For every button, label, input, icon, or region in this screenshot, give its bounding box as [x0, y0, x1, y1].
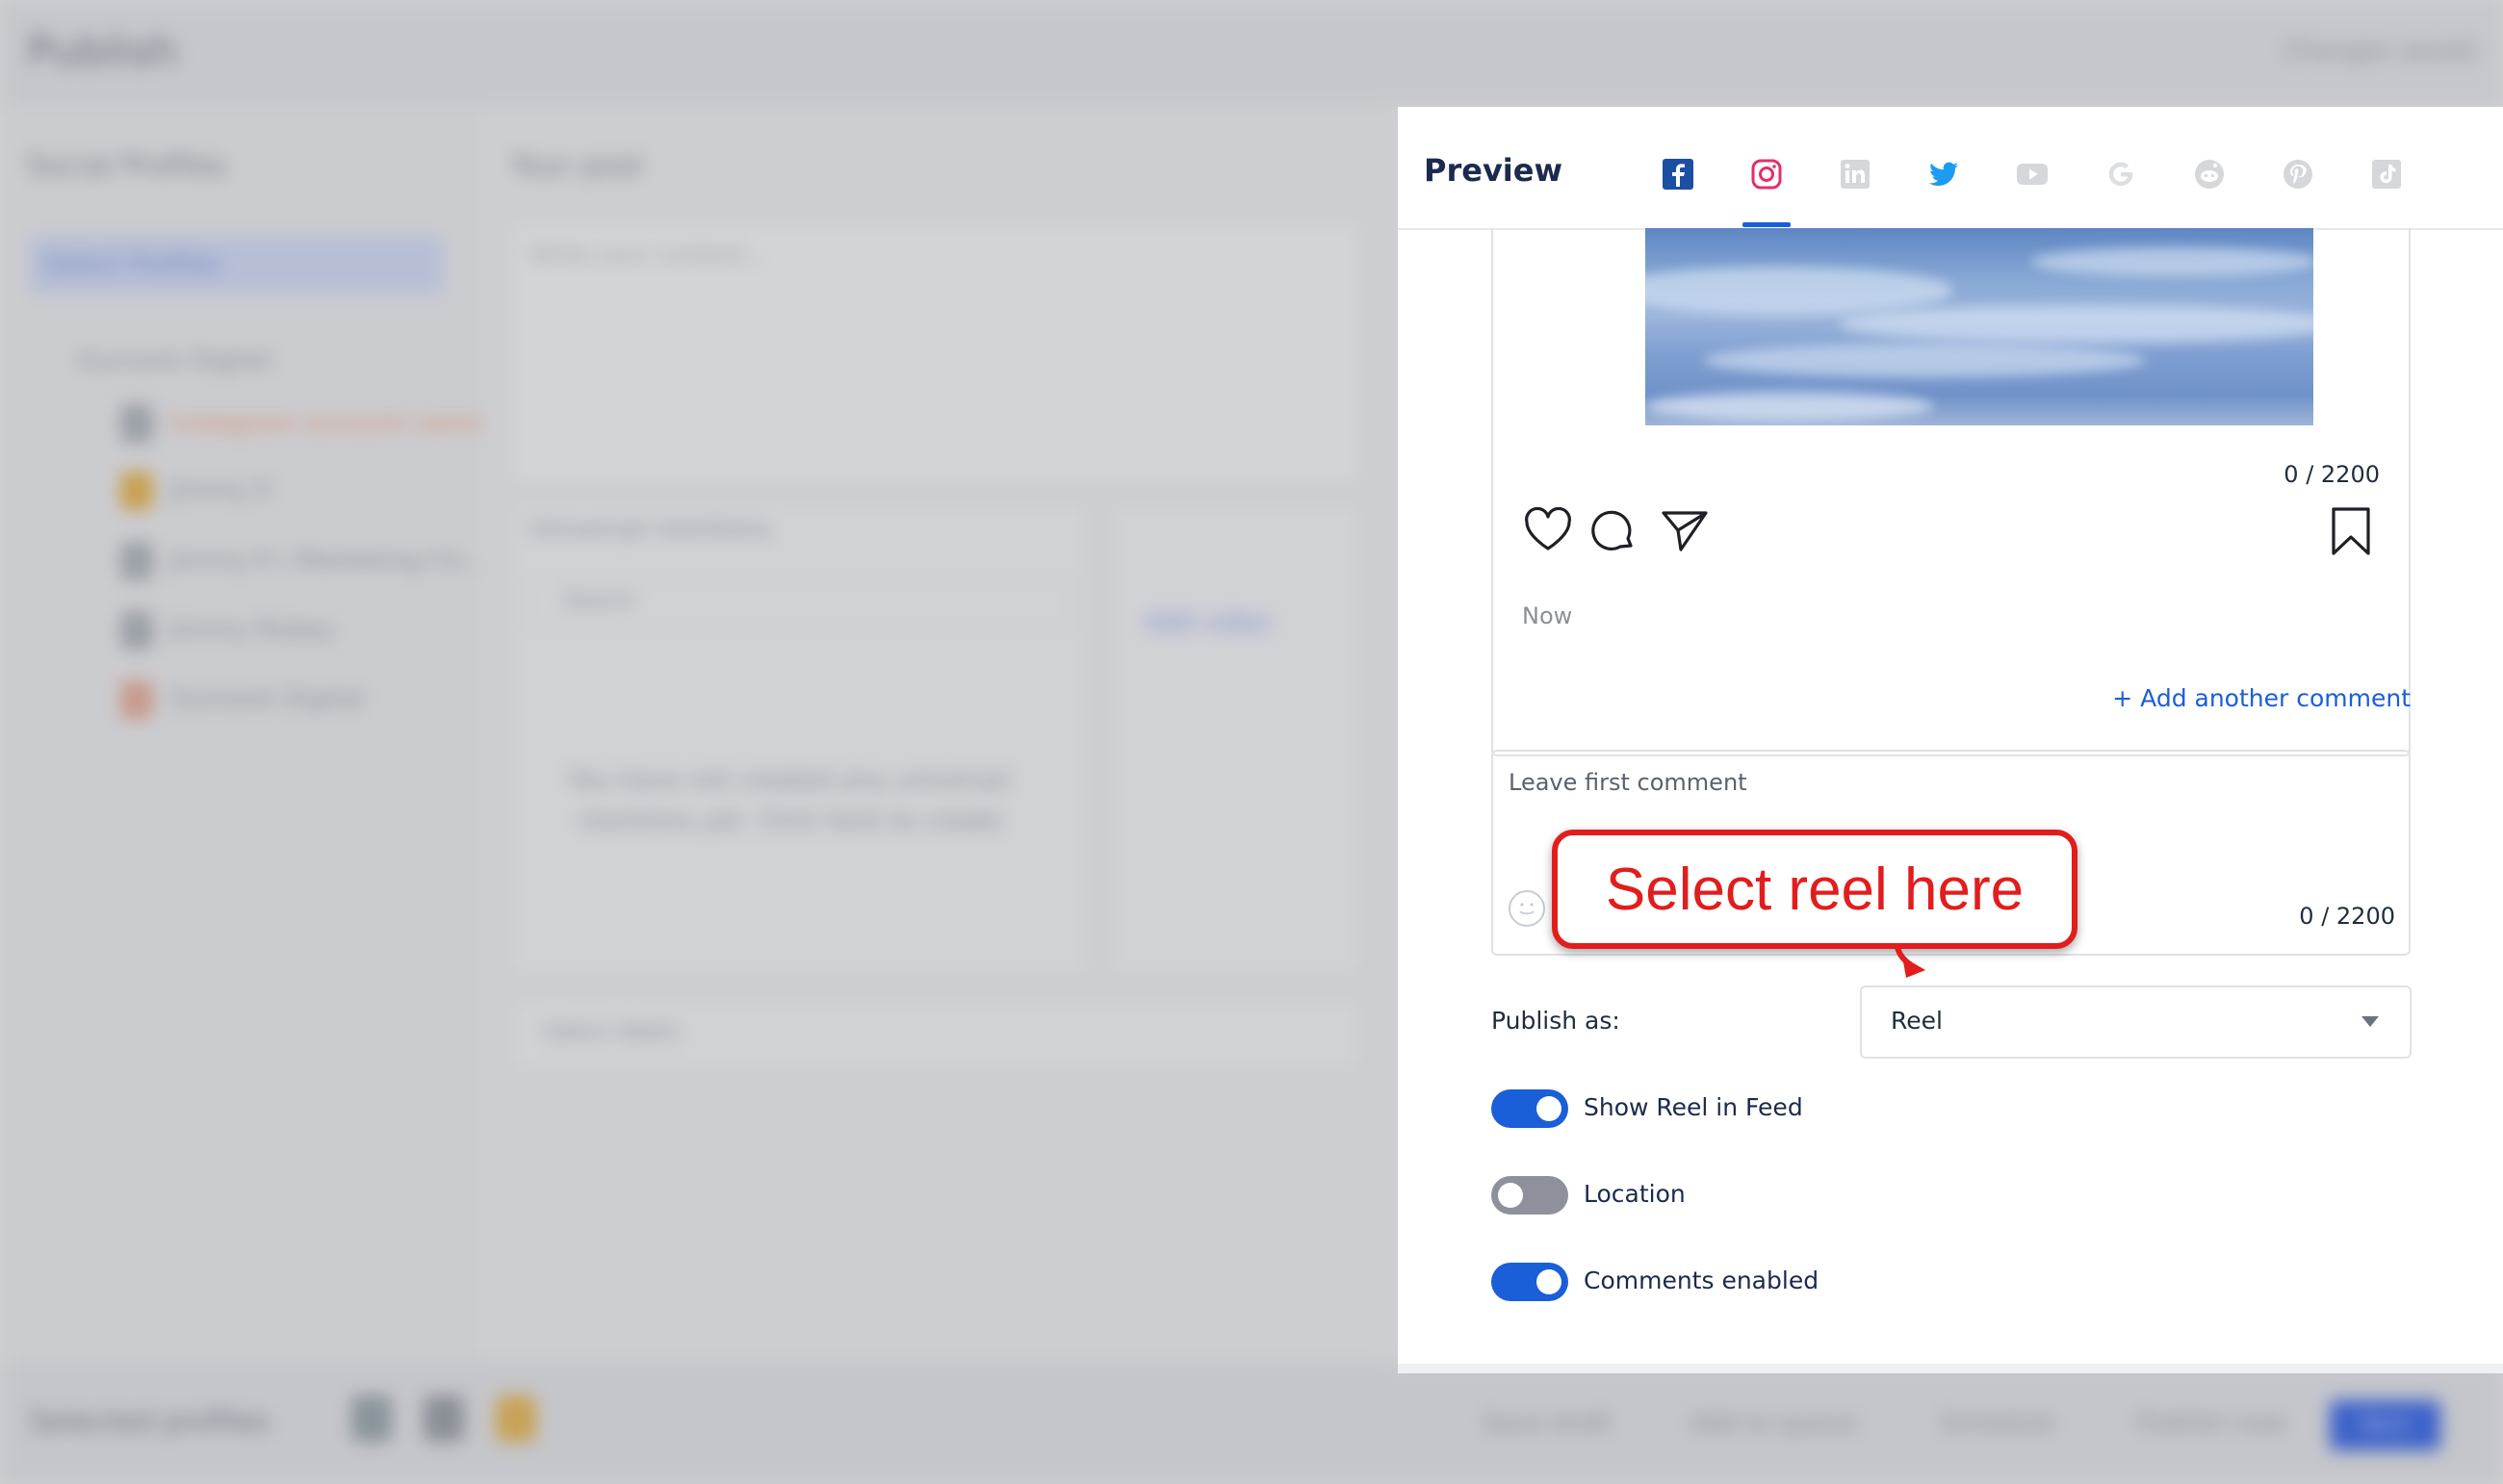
post-timestamp: Now	[1522, 602, 1573, 629]
selected-profiles-label: Selected profiles	[29, 1405, 270, 1439]
active-tab-indicator	[1742, 222, 1791, 227]
publish-as-value: Reel	[1891, 1007, 1943, 1035]
mentions-panel	[510, 500, 1092, 976]
publish-now-option[interactable]: Publish now	[2137, 1409, 2286, 1438]
publish-as-label: Publish as:	[1491, 1007, 1620, 1035]
reddit-icon[interactable]	[2190, 155, 2229, 193]
mentions-title: Universal mentions	[529, 515, 771, 544]
save-status: Changes saved	[2283, 37, 2474, 65]
show-reel-in-feed-label: Show Reel in Feed	[1584, 1093, 1803, 1121]
toggle-knob	[1536, 1269, 1561, 1294]
comments-enabled-toggle[interactable]	[1491, 1263, 1568, 1301]
panel-bottom-edge	[1398, 1364, 2503, 1373]
sidebar-title: Social Profiles	[27, 149, 227, 183]
avatar	[120, 680, 153, 719]
toggle-knob	[1498, 1183, 1523, 1208]
post-title: Your post	[510, 149, 644, 183]
avatar	[120, 611, 153, 650]
caption-counter: 0 / 2200	[2284, 461, 2380, 488]
select-profiles-button[interactable]: Select Profiles	[29, 236, 443, 294]
avatar	[120, 404, 153, 443]
tiktok-icon[interactable]	[2367, 155, 2406, 193]
linkedin-icon[interactable]	[1836, 155, 1874, 193]
post-media-image	[1645, 228, 2313, 425]
comment-bubble-icon[interactable]	[1588, 506, 1639, 556]
mentions-empty-line: You have not created any universal	[568, 766, 1010, 795]
profiles-sidebar	[0, 106, 481, 1362]
schedule-option[interactable]: Schedule	[1940, 1409, 2054, 1438]
pinterest-icon[interactable]	[2279, 155, 2317, 193]
profile-group-label[interactable]: Gumonk Digital	[77, 346, 271, 375]
avatar	[496, 1395, 536, 1442]
media-panel	[1107, 500, 1361, 976]
profile-item[interactable]: Gumonk Digital	[120, 680, 365, 719]
emoji-picker-icon[interactable]	[1509, 890, 1545, 927]
twitter-icon[interactable]	[1924, 155, 1963, 193]
location-toggle[interactable]	[1491, 1176, 1568, 1215]
labels-placeholder: Select labels	[544, 1020, 679, 1044]
toggle-knob	[1536, 1096, 1561, 1121]
preview-panel: Preview 0 / 2200 Now + Add another comme…	[1398, 107, 2503, 1373]
post-content-placeholder: Write your content...	[529, 241, 768, 268]
mentions-empty-line: mentions yet. Click here to create	[578, 806, 1003, 835]
avatar	[120, 472, 153, 510]
preview-title: Preview	[1424, 152, 1563, 189]
save-draft-option[interactable]: Save draft	[1483, 1409, 1612, 1438]
instagram-icon[interactable]	[1747, 155, 1786, 193]
app-header	[0, 0, 2503, 106]
google-icon[interactable]	[2102, 155, 2140, 193]
app-title: Publish	[27, 27, 178, 76]
avatar	[120, 542, 153, 580]
add-video-button[interactable]: Add video	[1146, 608, 1271, 637]
bookmark-save-icon[interactable]	[2329, 505, 2373, 557]
location-label: Location	[1584, 1180, 1686, 1208]
mentions-search-placeholder: Search	[563, 589, 636, 613]
facebook-icon[interactable]	[1659, 155, 1697, 193]
add-another-comment-button[interactable]: + Add another comment	[2112, 684, 2411, 712]
avatar	[351, 1395, 392, 1442]
profile-item[interactable]: Jimmy E | Marketing Co...	[120, 542, 485, 580]
annotation-callout: Select reel here	[1552, 830, 2077, 949]
add-to-queue-option[interactable]: Add to queue	[1690, 1409, 1857, 1438]
avatar	[424, 1395, 464, 1442]
callout-arrow-icon	[1894, 943, 1925, 978]
share-send-icon[interactable]	[1660, 507, 1710, 553]
youtube-icon[interactable]	[2013, 155, 2051, 193]
callout-text: Select reel here	[1605, 856, 2025, 923]
profile-item[interactable]: Jimmy E	[120, 472, 272, 510]
profile-item[interactable]: Instagram account name	[120, 404, 484, 443]
chevron-down-icon[interactable]	[2361, 1016, 2379, 1027]
first-comment-placeholder: Leave first comment	[1509, 769, 1747, 796]
like-heart-icon[interactable]	[1523, 507, 1573, 553]
profile-item[interactable]: Jimmy Rubey	[120, 611, 334, 650]
comment-counter: 0 / 2200	[2299, 903, 2395, 930]
next-button[interactable]: Next	[2330, 1400, 2440, 1450]
comments-enabled-label: Comments enabled	[1584, 1267, 1819, 1294]
show-reel-in-feed-toggle[interactable]	[1491, 1089, 1568, 1128]
